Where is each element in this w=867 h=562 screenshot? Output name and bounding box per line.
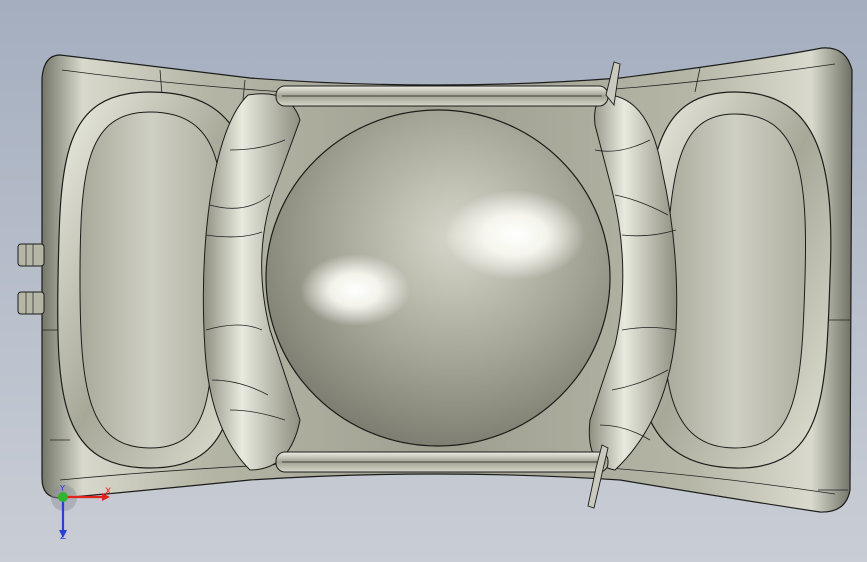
graphics-viewport[interactable]: X Y Z xyxy=(0,0,867,562)
x-axis-label: X xyxy=(105,487,112,497)
right-pocket-floor xyxy=(663,113,807,449)
view-orientation-triad: X Y Z xyxy=(44,478,114,548)
left-boss-pins xyxy=(17,243,45,315)
3d-model-view[interactable] xyxy=(0,0,867,562)
y-axis-dot xyxy=(58,492,68,502)
dome-highlight-left xyxy=(300,254,410,326)
dome-highlight-right xyxy=(445,190,585,280)
z-axis-label: Z xyxy=(60,532,67,542)
left-pocket-floor xyxy=(79,111,223,449)
y-axis-label: Y xyxy=(60,484,65,493)
